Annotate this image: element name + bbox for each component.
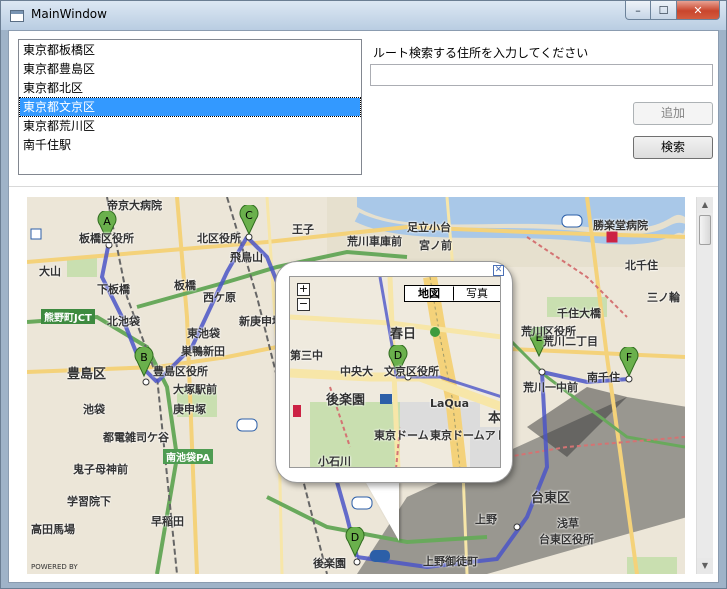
zoom-in-button[interactable]: + bbox=[297, 283, 310, 296]
map-label: 上野 bbox=[475, 513, 497, 526]
map-label: 荒川一中前 bbox=[523, 381, 578, 394]
map-type-toggle: 地図 写真 bbox=[404, 285, 500, 302]
mini-map-label: 第三中 bbox=[290, 349, 323, 362]
mini-map-label: LaQua bbox=[430, 397, 470, 410]
marker-d[interactable]: D bbox=[345, 527, 365, 557]
search-button[interactable]: 検索 bbox=[633, 136, 713, 159]
mini-map-label: 中央大 bbox=[340, 365, 373, 378]
streetview-mini-map[interactable]: + − 地図 写真 D 春日 後楽園 文京区役所 LaQua 東京ドーム 東京ド… bbox=[289, 276, 501, 468]
map-label: 飛鳥山 bbox=[230, 251, 263, 264]
mini-map-label: 本 bbox=[488, 411, 501, 426]
scroll-up-icon[interactable]: ▲ bbox=[697, 197, 713, 213]
address-list-item[interactable]: 東京都板橋区 bbox=[20, 41, 360, 59]
maximize-button[interactable]: ☐ bbox=[651, 1, 677, 20]
address-listbox[interactable]: 東京都板橋区 東京都豊島区 東京都北区 東京都文京区 東京都荒川区 南千住駅 bbox=[18, 39, 362, 175]
popup-marker-d-label: D bbox=[394, 349, 402, 362]
marker-f-label: F bbox=[626, 351, 632, 364]
map-jct-label: 熊野町JCT bbox=[41, 309, 95, 324]
map-label: 板橋 bbox=[174, 279, 196, 292]
zoom-controls: + − bbox=[297, 283, 310, 313]
marker-a-label: A bbox=[103, 215, 111, 228]
mini-map-label: 東京ドーム bbox=[374, 429, 429, 442]
mini-map-label: 文京区役所 bbox=[384, 365, 439, 378]
address-list-item[interactable]: 東京都豊島区 bbox=[20, 60, 360, 78]
map-label: 東池袋 bbox=[187, 327, 220, 340]
map-label: 庚申塚 bbox=[173, 403, 206, 416]
map-label: 北池袋 bbox=[107, 315, 140, 328]
scroll-down-icon[interactable]: ▼ bbox=[697, 558, 713, 574]
address-list-item[interactable]: 東京都文京区 bbox=[19, 97, 361, 117]
map-label: 西ケ原 bbox=[203, 291, 236, 304]
close-button[interactable]: ✕ bbox=[677, 1, 720, 20]
map-label: 荒川車庫前 bbox=[347, 235, 402, 248]
marker-c-label: C bbox=[245, 209, 253, 222]
zoom-out-button[interactable]: − bbox=[297, 298, 310, 311]
map-label: 台東区 bbox=[531, 491, 571, 506]
caption-buttons: – ☐ ✕ bbox=[625, 1, 720, 20]
map-label: 千住大橋 bbox=[557, 307, 601, 320]
minimize-button[interactable]: – bbox=[625, 1, 651, 20]
map-label: 早稲田 bbox=[151, 515, 184, 528]
map-label: 豊島区 bbox=[67, 367, 107, 382]
map-label: 北千住 bbox=[625, 259, 658, 272]
map-label: 宮ノ前 bbox=[419, 239, 452, 252]
map-label: 三ノ輪 bbox=[647, 291, 680, 304]
separator bbox=[9, 186, 718, 187]
map-label: 大塚駅前 bbox=[173, 383, 217, 396]
map-type-photo-button[interactable]: 写真 bbox=[453, 286, 500, 301]
marker-d-label: D bbox=[351, 531, 359, 544]
address-list-item[interactable]: 東京都北区 bbox=[20, 79, 360, 97]
map-label: 後楽園 bbox=[313, 557, 346, 570]
info-window[interactable]: ✕ + − 地図 写真 D 春日 後楽園 文京区役所 LaQua 東京ドーム 東… bbox=[275, 261, 513, 483]
marker-b[interactable]: B bbox=[134, 347, 154, 377]
popup-close-icon[interactable]: ✕ bbox=[493, 265, 504, 276]
map-pa-label: 南池袋PA bbox=[163, 449, 214, 464]
map-type-map-button[interactable]: 地図 bbox=[405, 286, 453, 301]
map-label: 鬼子母神前 bbox=[73, 463, 128, 476]
mini-map-label: 東京ドームアトラクシ bbox=[430, 429, 500, 442]
map-label: 池袋 bbox=[83, 403, 105, 416]
route-prompt-label: ルート検索する住所を入力してください bbox=[373, 46, 589, 60]
map-label: 高田馬場 bbox=[31, 523, 75, 536]
mini-map-label: 春日 bbox=[390, 327, 417, 342]
marker-f[interactable]: F bbox=[619, 347, 639, 377]
popup-tail bbox=[365, 481, 399, 541]
map-label: 足立小台 bbox=[407, 221, 451, 234]
map-label: 巣鴨新田 bbox=[181, 345, 225, 358]
map-label: 荒川二丁目 bbox=[543, 335, 598, 348]
route-map[interactable]: A B C D E F 帝京大病院 板橋区役所 北区役所 王子 足立小台 荒川車… bbox=[27, 197, 685, 574]
address-list-item[interactable]: 東京都荒川区 bbox=[20, 117, 360, 135]
address-input[interactable] bbox=[370, 64, 713, 86]
map-label: 勝楽堂病院 bbox=[593, 219, 648, 232]
mini-map-label: 小石川 bbox=[318, 455, 351, 468]
scroll-thumb[interactable] bbox=[699, 215, 711, 245]
map-label: 南千住 bbox=[587, 371, 620, 384]
map-label: 北区役所 bbox=[197, 232, 241, 245]
add-button[interactable]: 追加 bbox=[633, 102, 713, 125]
map-label: 台東区役所 bbox=[539, 533, 594, 546]
powered-by-label: POWERED BY bbox=[31, 563, 78, 571]
map-vertical-scrollbar[interactable]: ▲ ▼ bbox=[696, 197, 713, 574]
marker-c[interactable]: C bbox=[239, 205, 259, 235]
map-label: 都電雑司ケ谷 bbox=[103, 431, 169, 444]
map-label: 帝京大病院 bbox=[107, 199, 162, 212]
window-icon bbox=[10, 10, 24, 22]
map-label: 上野御徒町 bbox=[423, 555, 478, 568]
mini-map-label: 後楽園 bbox=[326, 393, 366, 408]
window-title: MainWindow bbox=[31, 7, 107, 21]
map-label: 下板橋 bbox=[97, 283, 130, 296]
map-label: 板橋区役所 bbox=[79, 232, 134, 245]
client-area: 東京都板橋区 東京都豊島区 東京都北区 東京都文京区 東京都荒川区 南千住駅 ルート検索す… bbox=[8, 30, 719, 583]
main-window: MainWindow – ☐ ✕ 東京都板橋区 東京都豊島区 東京都北区 東京都文京区… bbox=[0, 0, 727, 589]
map-label: 豊島区役所 bbox=[153, 365, 208, 378]
map-label: 浅草 bbox=[557, 517, 579, 530]
marker-b-label: B bbox=[140, 351, 148, 364]
map-label: 学習院下 bbox=[67, 495, 111, 508]
map-label: 王子 bbox=[292, 223, 314, 236]
map-label: 大山 bbox=[39, 265, 61, 278]
title-bar[interactable]: MainWindow – ☐ ✕ bbox=[1, 1, 726, 30]
address-list-item[interactable]: 南千住駅 bbox=[20, 136, 360, 154]
